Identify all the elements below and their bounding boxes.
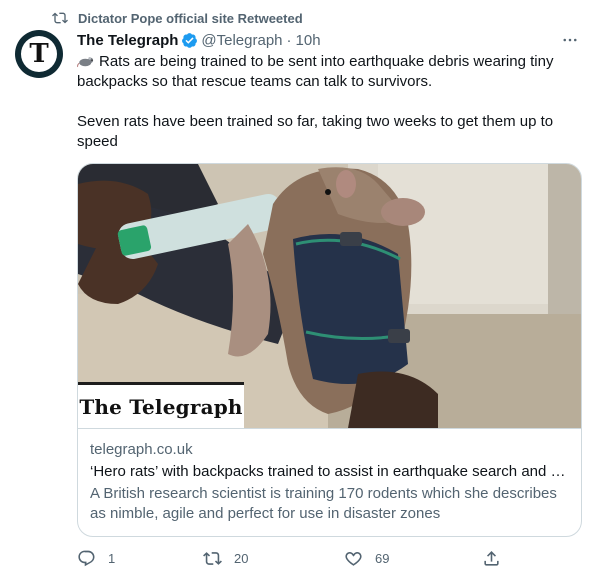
reply-button[interactable]: 1 <box>77 549 115 568</box>
retweet-action-icon <box>203 552 222 565</box>
more-options-icon[interactable] <box>560 30 580 50</box>
retweet-button[interactable]: 20 <box>203 549 248 568</box>
tweet-line-1: Rats are being trained to be sent into e… <box>77 53 554 90</box>
avatar-glyph: T <box>29 39 49 69</box>
telegraph-logo-banner: The Telegraph <box>78 382 244 428</box>
share-button[interactable] <box>482 549 501 568</box>
avatar[interactable]: T <box>15 30 63 78</box>
tweet-text: Rats are being trained to be sent into e… <box>77 52 577 152</box>
reply-icon <box>78 550 95 567</box>
card-title: ‘Hero rats’ with backpacks trained to as… <box>90 463 569 480</box>
like-button[interactable]: 69 <box>344 549 389 568</box>
card-logo-text: The Telegraph <box>79 394 243 419</box>
retweet-context: Dictator Pope official site Retweeted <box>52 9 303 27</box>
tweet-paragraph-2: Seven rats have been trained so far, tak… <box>77 113 554 150</box>
action-bar: 1 20 69 <box>77 549 582 569</box>
reply-count: 1 <box>108 551 116 566</box>
link-card[interactable]: The Telegraph telegraph.co.uk ‘Hero rats… <box>77 163 582 537</box>
retweet-icon <box>52 12 68 24</box>
share-icon <box>484 551 499 566</box>
card-description: A British research scientist is training… <box>90 485 557 522</box>
card-body[interactable]: telegraph.co.uk ‘Hero rats’ with backpac… <box>78 428 581 524</box>
heart-icon <box>345 552 362 566</box>
telegraph-logo-icon: T <box>21 36 57 72</box>
separator-dot: · <box>286 31 292 49</box>
card-domain: telegraph.co.uk <box>90 441 193 458</box>
rat-icon <box>77 57 94 68</box>
retweet-count: 20 <box>234 551 249 566</box>
tweet-header: The Telegraph @Telegraph · 10h <box>77 30 321 50</box>
like-count: 69 <box>375 551 390 566</box>
author-handle[interactable]: @Telegraph <box>201 32 282 49</box>
tweet-paragraph-1: Rats are being trained to be sent into e… <box>77 52 577 92</box>
verified-badge-icon <box>182 32 198 48</box>
card-image[interactable]: The Telegraph <box>78 164 581 428</box>
timestamp[interactable]: 10h <box>296 32 321 49</box>
retweet-label[interactable]: Dictator Pope official site Retweeted <box>78 11 303 26</box>
author-name[interactable]: The Telegraph <box>77 32 178 49</box>
